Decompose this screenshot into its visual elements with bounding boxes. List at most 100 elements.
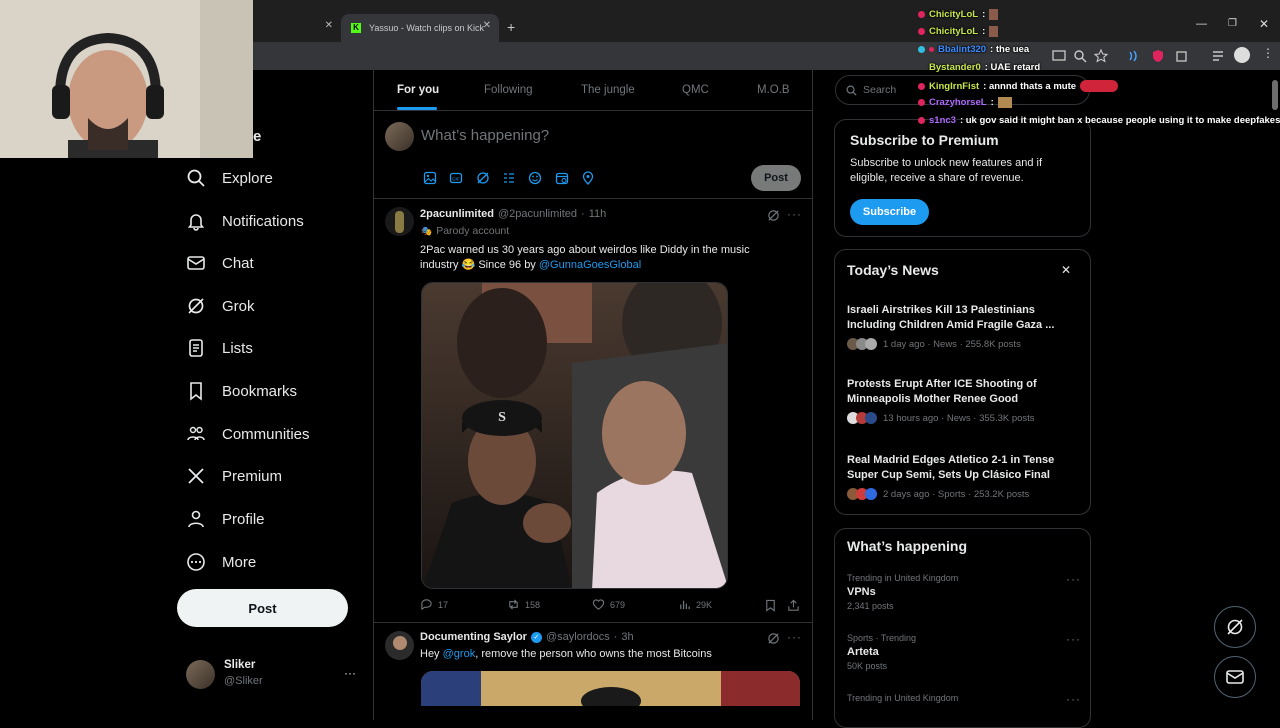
news-item[interactable]: Real Madrid Edges Atletico 2-1 in Tense … <box>847 453 1077 500</box>
share-icon[interactable] <box>787 599 800 612</box>
trend-item[interactable]: Sports · Trending Arteta 50K posts <box>847 633 916 671</box>
gif-icon[interactable]: GIF <box>449 171 463 185</box>
trend-item[interactable]: Trending in United Kingdom <box>847 693 958 703</box>
news-title: Today’s News <box>847 262 939 278</box>
chat-message: Bystander0 : UAE retard <box>918 62 1040 73</box>
tweet-image[interactable]: S <box>421 282 728 589</box>
maximize-icon[interactable]: ❐ <box>1228 18 1237 29</box>
schedule-icon[interactable] <box>555 171 569 185</box>
tweet-more-icon[interactable]: ··· <box>787 207 802 221</box>
location-icon[interactable] <box>581 171 595 185</box>
nav-label: Communities <box>222 425 310 443</box>
tweet-author-handle[interactable]: @2pacunlimited <box>498 208 577 220</box>
tab-following[interactable]: Following <box>484 84 533 96</box>
compose-post-button[interactable]: Post <box>751 165 801 191</box>
views-button[interactable]: 29K <box>678 598 712 611</box>
emoji-icon[interactable] <box>528 171 542 185</box>
chat-badge-icon <box>918 117 925 124</box>
messages-floating-button[interactable] <box>1214 656 1256 698</box>
browser-tab-active[interactable]: K Yassuo - Watch clips on Kick ✕ <box>341 14 499 42</box>
kick-icon: K <box>351 23 361 33</box>
search-input[interactable]: Search <box>863 84 896 96</box>
news-item[interactable]: Israeli Airstrikes Kill 13 Palestinians … <box>847 303 1077 350</box>
bookmark-icon[interactable] <box>764 599 777 612</box>
grok-explain-icon[interactable] <box>767 632 780 645</box>
new-tab-button[interactable]: + <box>507 19 515 35</box>
trend-item[interactable]: Trending in United Kingdom VPNs 2,341 po… <box>847 573 958 611</box>
svg-text:GIF: GIF <box>452 177 460 182</box>
reply-button[interactable]: 17 <box>420 598 448 611</box>
profile-avatar-icon[interactable] <box>1234 47 1250 63</box>
chat-badge-icon <box>918 99 925 106</box>
trend-more-icon[interactable]: ··· <box>1066 692 1081 706</box>
tab-qmc[interactable]: QMC <box>682 84 709 96</box>
grok-floating-button[interactable] <box>1214 606 1256 648</box>
subscribe-button[interactable]: Subscribe <box>850 199 929 225</box>
tweet-author-name[interactable]: Documenting Saylor <box>420 631 527 643</box>
browser-menu-icon[interactable]: ⋮ <box>1262 46 1274 60</box>
tab-mob[interactable]: M.O.B <box>757 84 790 96</box>
tweet-author-name[interactable]: 2pacunlimited <box>420 208 494 220</box>
nav-premium[interactable]: Premium <box>186 461 282 491</box>
compose-input[interactable]: What’s happening? <box>421 127 549 144</box>
trend-more-icon[interactable]: ··· <box>1066 632 1081 646</box>
menu-lines-icon[interactable] <box>1210 48 1226 64</box>
tweet-mention-link[interactable]: @grok <box>443 648 476 660</box>
tweet-time[interactable]: 11h <box>589 208 607 220</box>
grok-explain-icon[interactable] <box>767 209 780 222</box>
grok-compose-icon[interactable] <box>476 171 490 185</box>
divider <box>374 110 812 111</box>
tweet-image[interactable] <box>421 671 800 706</box>
trend-more-icon[interactable]: ··· <box>1066 572 1081 586</box>
news-item[interactable]: Protests Erupt After ICE Shooting of Min… <box>847 377 1077 424</box>
tweet-author-handle[interactable]: @saylordocs <box>546 631 610 643</box>
poll-icon[interactable] <box>502 171 516 185</box>
chat-user: ChicityLoL <box>929 9 979 20</box>
nav-profile[interactable]: Profile <box>186 504 265 534</box>
views-icon <box>680 600 690 610</box>
nav-communities[interactable]: Communities <box>186 419 310 449</box>
scrollbar-thumb[interactable] <box>1272 80 1278 110</box>
post-button[interactable]: Post <box>177 589 348 627</box>
minimize-icon[interactable]: — <box>1196 18 1207 30</box>
shield-extension-icon[interactable] <box>1150 48 1166 64</box>
window-close-icon[interactable]: ✕ <box>1259 17 1269 31</box>
account-avatar[interactable] <box>186 660 215 689</box>
cast-icon[interactable] <box>1051 48 1067 64</box>
close-news-icon[interactable]: ✕ <box>1061 263 1071 277</box>
chat-badge-icon <box>918 28 925 35</box>
tweet-avatar[interactable] <box>385 207 414 236</box>
tab-the-jungle[interactable]: The jungle <box>581 84 635 96</box>
grok-icon <box>1227 619 1243 635</box>
nav-lists[interactable]: Lists <box>186 333 253 363</box>
account-name[interactable]: Sliker <box>224 659 255 671</box>
close-tab-icon[interactable]: ✕ <box>325 20 333 31</box>
nav-more[interactable]: More <box>186 547 256 577</box>
tweet-time[interactable]: 3h <box>621 631 633 643</box>
composer-avatar <box>385 122 414 151</box>
close-tab-icon[interactable]: ✕ <box>483 20 491 31</box>
nav-bookmarks[interactable]: Bookmarks <box>186 376 297 406</box>
like-button[interactable]: 679 <box>592 598 625 611</box>
extension-icon[interactable] <box>1126 48 1142 64</box>
nav-chat[interactable]: Chat <box>186 248 254 278</box>
star-icon[interactable] <box>1093 48 1109 64</box>
tweet-avatar[interactable] <box>385 631 414 660</box>
chat-text: : UAE retard <box>984 62 1041 73</box>
nav-notifications[interactable]: Notifications <box>186 206 304 236</box>
tweet-more-icon[interactable]: ··· <box>787 630 802 644</box>
chat-user: ChicityLoL <box>929 26 979 37</box>
chat-badge-icon <box>929 47 934 52</box>
repost-button[interactable]: 158 <box>507 598 540 611</box>
tab-for-you[interactable]: For you <box>397 84 439 96</box>
image-icon[interactable] <box>423 171 437 185</box>
puzzle-icon[interactable] <box>1174 48 1190 64</box>
news-headline: Protests Erupt After ICE Shooting of Min… <box>847 378 1037 405</box>
browser-tab[interactable]: ✕ <box>253 14 341 42</box>
nav-explore[interactable]: Explore <box>186 163 273 193</box>
account-menu-icon[interactable]: ··· <box>344 666 356 680</box>
tweet-mention-link[interactable]: @GunnaGoesGlobal <box>539 259 641 271</box>
zoom-icon[interactable] <box>1072 48 1088 64</box>
home-nav-label[interactable]: e <box>253 128 261 145</box>
nav-grok[interactable]: Grok <box>186 291 255 321</box>
